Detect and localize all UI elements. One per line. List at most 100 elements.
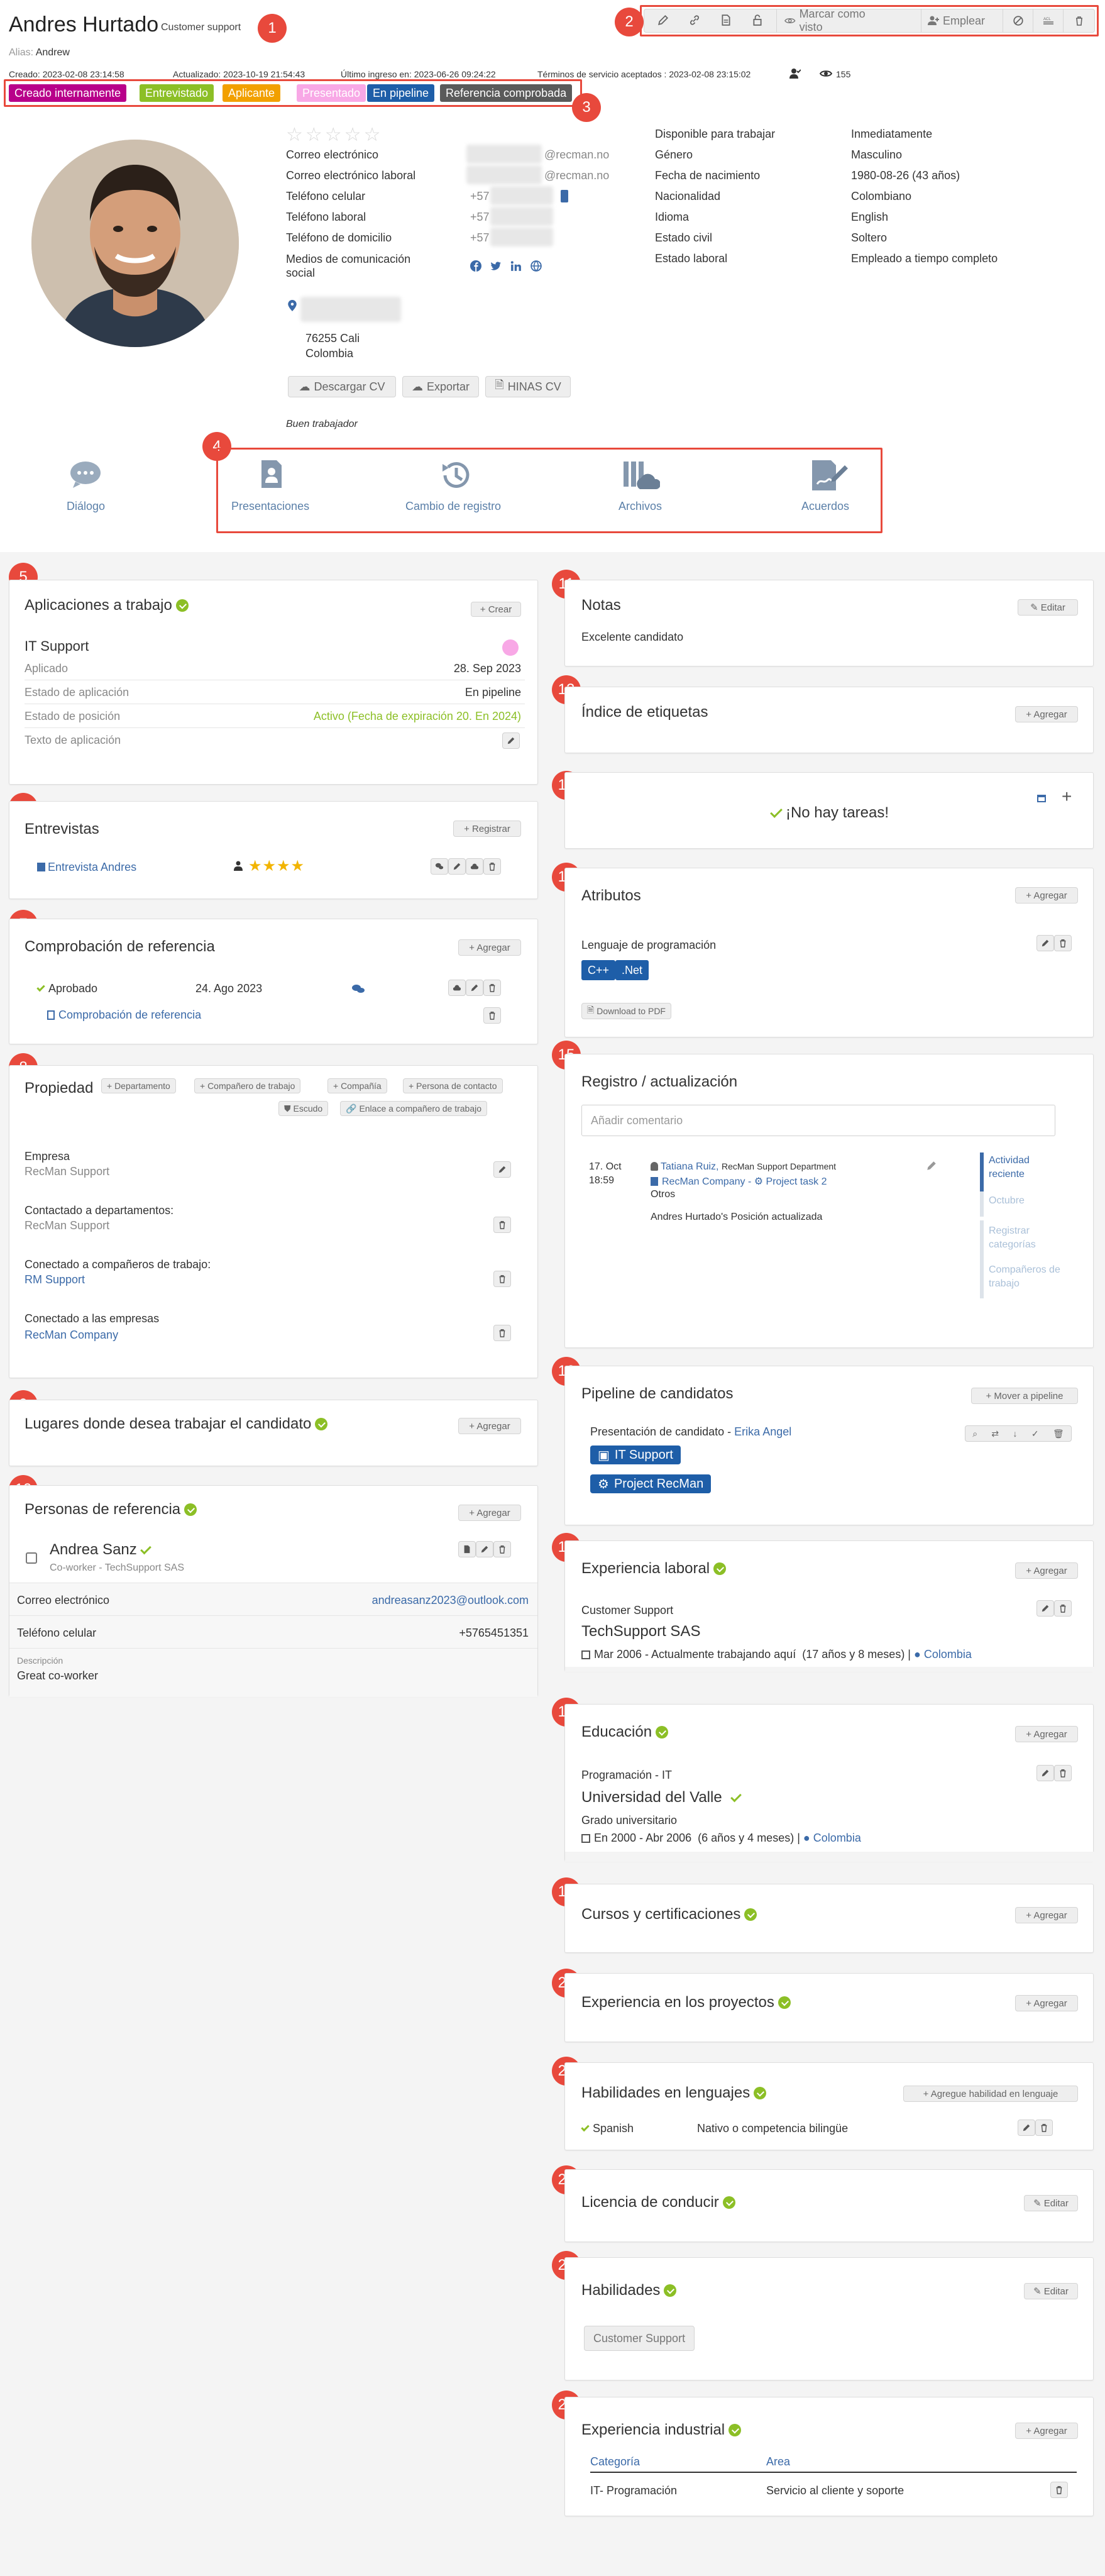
history-icon[interactable]	[440, 459, 474, 492]
delete-icon[interactable]	[1054, 1765, 1072, 1781]
reference-check-link[interactable]: Comprobación de referencia	[47, 1009, 201, 1022]
edit-icon[interactable]	[1036, 1765, 1054, 1781]
download-cv-button[interactable]: ☁ Descargar CV	[288, 376, 396, 397]
comment-input[interactable]: Añadir comentario	[581, 1105, 1055, 1136]
link-icon[interactable]	[682, 14, 707, 28]
trash-icon[interactable]	[1063, 9, 1094, 32]
attribute-tag[interactable]: C++	[581, 960, 616, 980]
pipeline-badge-it-support[interactable]: ▣ IT Support	[590, 1446, 681, 1464]
attribute-tag[interactable]: .Net	[615, 960, 649, 980]
delete-icon[interactable]	[1050, 2482, 1068, 2498]
add-attribute-button[interactable]: + Agregar	[1015, 887, 1078, 904]
interview-link[interactable]: Entrevista Andres	[37, 861, 136, 874]
arrow-down-icon[interactable]: ↓	[1013, 1429, 1018, 1439]
status-tag[interactable]: En pipeline	[367, 84, 435, 102]
rating-stars[interactable]: ☆☆☆☆☆	[286, 124, 383, 146]
edit-icon[interactable]	[493, 1161, 511, 1178]
delete-icon[interactable]	[483, 1007, 501, 1024]
swap-icon[interactable]: ⇄	[991, 1429, 999, 1439]
delete-icon[interactable]	[493, 1217, 511, 1233]
industry-col-category[interactable]: Categoría	[590, 2455, 640, 2468]
delete-icon[interactable]	[493, 1271, 511, 1287]
add-course-button[interactable]: + Agregar	[1015, 1907, 1078, 1923]
dialog-nav[interactable]: Diálogo	[67, 500, 105, 513]
edit-icon[interactable]	[448, 858, 466, 875]
mobile-phone-icon[interactable]	[561, 190, 568, 202]
status-tag[interactable]: Aplicante	[223, 84, 281, 102]
work-phone-value[interactable]: +57	[470, 211, 490, 224]
skill-chip[interactable]: Customer Support	[584, 2326, 695, 2351]
add-coworker-button[interactable]: + Compañero de trabajo	[194, 1078, 301, 1093]
home-phone-value[interactable]: +57	[470, 231, 490, 245]
edit-notes-button[interactable]: ✎ Editar	[1018, 599, 1078, 616]
status-tag[interactable]: Presentado	[297, 84, 366, 102]
edit-icon[interactable]	[466, 980, 483, 996]
reference-email-value[interactable]: andreasanz2023@outlook.com	[372, 1594, 529, 1607]
education-location[interactable]: Colombia	[813, 1832, 861, 1844]
application-job[interactable]: IT Support	[25, 638, 89, 655]
edit-license-button[interactable]: ✎ Editar	[1024, 2195, 1078, 2211]
shield-button[interactable]: ⛊ Escudo	[278, 1101, 329, 1116]
add-tag-button[interactable]: + Agregar	[1015, 706, 1078, 722]
presentation-person[interactable]: Erika Angel	[734, 1425, 791, 1438]
agreements-icon[interactable]	[810, 459, 849, 492]
create-application-button[interactable]: + Crear	[471, 602, 521, 617]
presentations-nav[interactable]: Presentaciones	[231, 500, 309, 513]
add-reference-check-button[interactable]: + Agregar	[458, 939, 521, 956]
hinas-cv-button[interactable]: 🗎 HINAS CV	[485, 376, 571, 397]
mark-seen-button[interactable]: Marcar como visto	[776, 8, 889, 33]
delete-icon[interactable]	[483, 858, 501, 875]
comments-icon[interactable]	[351, 983, 365, 995]
add-workplace-button[interactable]: + Agregar	[458, 1418, 521, 1434]
delete-icon[interactable]	[1054, 1600, 1072, 1617]
status-tag[interactable]: Entrevistado	[140, 84, 214, 102]
document-icon[interactable]	[713, 14, 739, 28]
delete-icon[interactable]	[493, 1541, 511, 1557]
coworker-value[interactable]: RM Support	[25, 1273, 85, 1286]
edit-log-icon[interactable]	[926, 1160, 937, 1171]
delete-icon[interactable]	[1035, 2120, 1053, 2136]
delete-icon[interactable]	[493, 1325, 511, 1341]
coworkers-link[interactable]: Compañeros de trabajo	[989, 1263, 1064, 1291]
dialog-icon[interactable]	[68, 459, 109, 490]
add-department-button[interactable]: + Departamento	[101, 1078, 176, 1093]
add-task-icon[interactable]: +	[1062, 787, 1072, 807]
log-project[interactable]: Project task 2	[766, 1176, 827, 1187]
delete-icon[interactable]	[483, 980, 501, 996]
work-email-value[interactable]: @recman.no	[544, 169, 609, 182]
files-icon[interactable]	[621, 459, 661, 492]
add-industry-button[interactable]: + Agregar	[1015, 2423, 1078, 2439]
status-tag[interactable]: Creado internamente	[9, 84, 127, 102]
download-pdf-button[interactable]: 🗎 Download to PDF	[581, 1003, 671, 1019]
register-categories-link[interactable]: Registrar categorías	[989, 1224, 1064, 1252]
delete-icon[interactable]	[1054, 935, 1072, 951]
recent-activity-link[interactable]: Actividad reciente	[989, 1154, 1064, 1181]
add-contact-button[interactable]: + Persona de contacto	[403, 1078, 503, 1093]
add-company-button[interactable]: + Compañía	[327, 1078, 387, 1093]
edit-icon[interactable]	[651, 14, 676, 28]
add-language-button[interactable]: + Agregue habilidad en lenguaje	[903, 2086, 1078, 2102]
edit-icon[interactable]	[1036, 935, 1054, 951]
hire-button[interactable]: Emplear	[921, 9, 1003, 32]
edit-text-icon[interactable]	[502, 732, 520, 749]
document-icon[interactable]	[458, 1541, 476, 1557]
linkedin-icon[interactable]	[510, 260, 522, 275]
log-user[interactable]: Tatiana Ruiz,	[661, 1161, 719, 1172]
block-icon[interactable]	[1003, 9, 1033, 32]
add-project-button[interactable]: + Agregar	[1015, 1995, 1078, 2011]
edit-icon[interactable]	[1018, 2120, 1035, 2136]
cloud-icon[interactable]	[466, 858, 483, 875]
files-nav[interactable]: Archivos	[618, 500, 662, 513]
edit-skills-button[interactable]: ✎ Editar	[1024, 2283, 1078, 2299]
pipeline-badge-project[interactable]: ⚙ Project RecMan	[590, 1474, 712, 1493]
agreements-nav[interactable]: Acuerdos	[801, 500, 849, 513]
comments-icon[interactable]	[431, 858, 448, 875]
log-company[interactable]: RecMan Company -	[662, 1176, 751, 1187]
link-coworker-button[interactable]: 🔗 Enlace a compañero de trabajo	[340, 1101, 488, 1116]
trash-icon[interactable]: 🗑	[1053, 1429, 1064, 1439]
calendar-icon[interactable]	[1036, 793, 1047, 803]
add-education-button[interactable]: + Agregar	[1015, 1726, 1078, 1742]
facebook-icon[interactable]	[470, 260, 481, 275]
gdpr-icon[interactable]: ACL	[1033, 9, 1063, 32]
edit-icon[interactable]	[1036, 1600, 1054, 1617]
